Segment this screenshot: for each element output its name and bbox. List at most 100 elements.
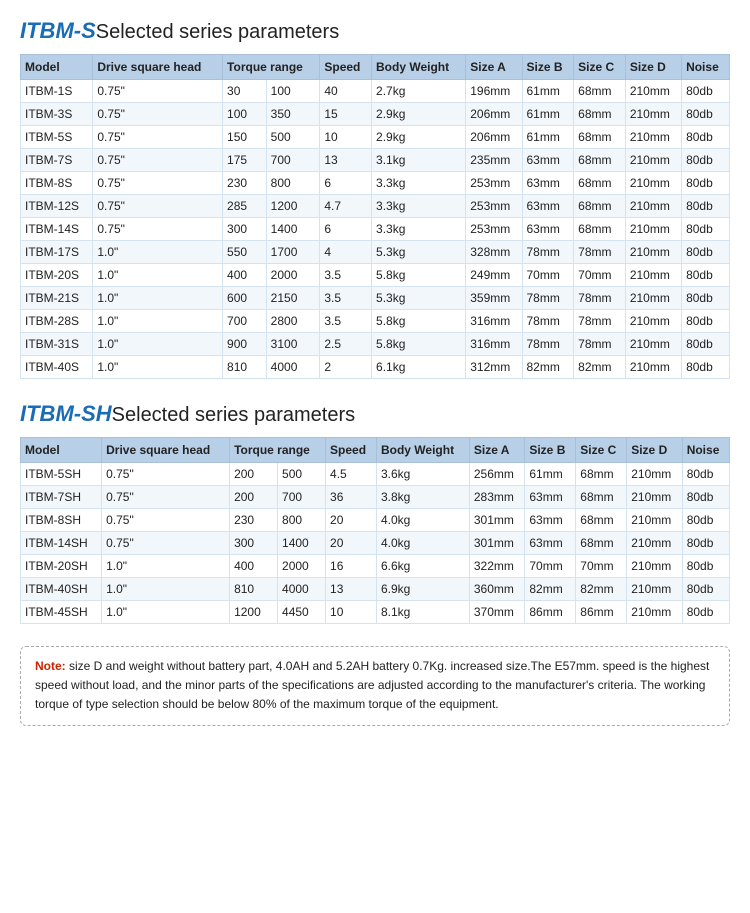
table-cell: 200	[230, 463, 278, 486]
table-header-row: Model Drive square head Torque range Spe…	[21, 55, 730, 80]
table-cell: 2000	[278, 555, 326, 578]
table-cell: ITBM-12S	[21, 195, 93, 218]
col-sizeD: Size D	[625, 55, 681, 80]
table-cell: 800	[278, 509, 326, 532]
section1-subtitle: Selected series parameters	[96, 21, 339, 43]
table-cell: ITBM-20S	[21, 264, 93, 287]
note-text: size D and weight without battery part, …	[35, 659, 709, 711]
table-cell: 6.9kg	[376, 578, 469, 601]
section2-subtitle: Selected series parameters	[112, 404, 355, 426]
table-cell: 86mm	[525, 601, 576, 624]
table-cell: 6	[320, 218, 372, 241]
table-cell: 68mm	[576, 509, 627, 532]
table-cell: 360mm	[469, 578, 524, 601]
col-weight: Body Weight	[372, 55, 466, 80]
table-cell: 80db	[682, 578, 729, 601]
table-cell: 810	[223, 356, 267, 379]
table-cell: 206mm	[466, 126, 522, 149]
table-cell: 13	[326, 578, 377, 601]
table-cell: 316mm	[466, 310, 522, 333]
col-speed: Speed	[320, 55, 372, 80]
table-cell: 3.3kg	[372, 218, 466, 241]
table-cell: 3.5	[320, 287, 372, 310]
col-sizeC: Size C	[574, 55, 626, 80]
table-row: ITBM-20S1.0"40020003.55.8kg249mm70mm70mm…	[21, 264, 730, 287]
col-model: Model	[21, 55, 93, 80]
table-row: ITBM-7SH0.75"200700363.8kg283mm63mm68mm2…	[21, 486, 730, 509]
table-cell: 210mm	[627, 555, 682, 578]
table-cell: 1700	[266, 241, 320, 264]
table-cell: 350	[266, 103, 320, 126]
col-noise: Noise	[682, 55, 730, 80]
table-cell: 80db	[682, 149, 730, 172]
col-sizeB: Size B	[522, 55, 574, 80]
table-cell: 0.75"	[102, 532, 230, 555]
table-cell: 5.3kg	[372, 241, 466, 264]
table-cell: 210mm	[627, 463, 682, 486]
table-cell: 700	[266, 149, 320, 172]
table-cell: 4.0kg	[376, 532, 469, 555]
table-cell: 20	[326, 532, 377, 555]
table-cell: ITBM-45SH	[21, 601, 102, 624]
table-cell: 0.75"	[93, 195, 223, 218]
table-cell: 70mm	[576, 555, 627, 578]
note-box: Note: size D and weight without battery …	[20, 646, 730, 726]
table-cell: 2000	[266, 264, 320, 287]
table-cell: 80db	[682, 126, 730, 149]
table-cell: 210mm	[625, 218, 681, 241]
table-cell: 80db	[682, 333, 730, 356]
table-cell: 500	[278, 463, 326, 486]
table-cell: 82mm	[576, 578, 627, 601]
col2-noise: Noise	[682, 438, 729, 463]
table-cell: 78mm	[522, 287, 574, 310]
table-cell: 210mm	[625, 195, 681, 218]
table-cell: 196mm	[466, 80, 522, 103]
table-cell: 68mm	[574, 126, 626, 149]
table-cell: 5.8kg	[372, 333, 466, 356]
table-cell: 810	[230, 578, 278, 601]
table-cell: 4000	[266, 356, 320, 379]
col2-sizeD: Size D	[627, 438, 682, 463]
table-cell: 1.0"	[93, 310, 223, 333]
table-cell: 68mm	[574, 172, 626, 195]
table-cell: 328mm	[466, 241, 522, 264]
table-row: ITBM-7S0.75"175700133.1kg235mm63mm68mm21…	[21, 149, 730, 172]
table-cell: 210mm	[625, 241, 681, 264]
note-label: Note:	[35, 659, 66, 673]
table-row: ITBM-17S1.0"550170045.3kg328mm78mm78mm21…	[21, 241, 730, 264]
col2-drive: Drive square head	[102, 438, 230, 463]
table-cell: 400	[223, 264, 267, 287]
table-cell: 210mm	[625, 172, 681, 195]
table-cell: ITBM-21S	[21, 287, 93, 310]
table-cell: 61mm	[522, 103, 574, 126]
table-cell: 68mm	[576, 463, 627, 486]
table-cell: 15	[320, 103, 372, 126]
table-cell: 253mm	[466, 172, 522, 195]
table-cell: 82mm	[525, 578, 576, 601]
table-cell: 2150	[266, 287, 320, 310]
table-cell: 235mm	[466, 149, 522, 172]
table-cell: 4450	[278, 601, 326, 624]
table-cell: 78mm	[522, 333, 574, 356]
table-cell: 210mm	[625, 264, 681, 287]
table-cell: 78mm	[574, 333, 626, 356]
table-row: ITBM-12S0.75"28512004.73.3kg253mm63mm68m…	[21, 195, 730, 218]
table-cell: 10	[320, 126, 372, 149]
table-cell: 36	[326, 486, 377, 509]
table-cell: 210mm	[625, 356, 681, 379]
table-cell: 370mm	[469, 601, 524, 624]
table-cell: 70mm	[525, 555, 576, 578]
table-cell: 316mm	[466, 333, 522, 356]
table-cell: 68mm	[574, 103, 626, 126]
table-cell: 150	[223, 126, 267, 149]
table-cell: 3.1kg	[372, 149, 466, 172]
table-cell: 63mm	[525, 532, 576, 555]
table-cell: 256mm	[469, 463, 524, 486]
table-cell: ITBM-20SH	[21, 555, 102, 578]
table-cell: 68mm	[574, 80, 626, 103]
table-row: ITBM-5SH0.75"2005004.53.6kg256mm61mm68mm…	[21, 463, 730, 486]
table-cell: 3.3kg	[372, 172, 466, 195]
table-cell: 210mm	[627, 578, 682, 601]
table-cell: 210mm	[627, 601, 682, 624]
table-cell: 82mm	[574, 356, 626, 379]
